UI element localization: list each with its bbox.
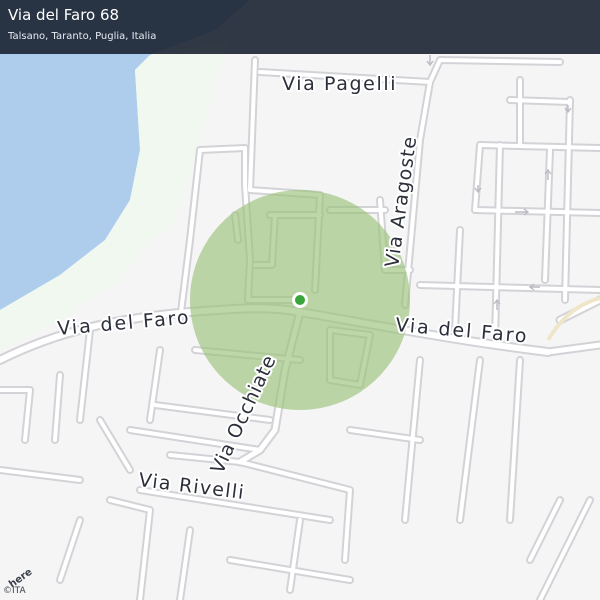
- copyright-text: ©ITA: [3, 586, 26, 596]
- address-subtitle: Talsano, Taranto, Puglia, Italia: [8, 31, 157, 42]
- location-marker[interactable]: [295, 295, 305, 305]
- location-header: Via del Faro 68 Talsano, Taranto, Puglia…: [0, 0, 600, 54]
- map-canvas[interactable]: Via Pagelli Via Aragoste Via del Faro Vi…: [0, 0, 600, 600]
- address-title: Via del Faro 68: [8, 6, 120, 24]
- street-label-via-pagelli: Via Pagelli: [282, 73, 396, 95]
- map-attribution: here ©ITA: [3, 566, 34, 596]
- map-layer: Via Pagelli Via Aragoste Via del Faro Vi…: [0, 0, 600, 600]
- street-label-via-del-faro-west: Via del Faro: [57, 307, 190, 340]
